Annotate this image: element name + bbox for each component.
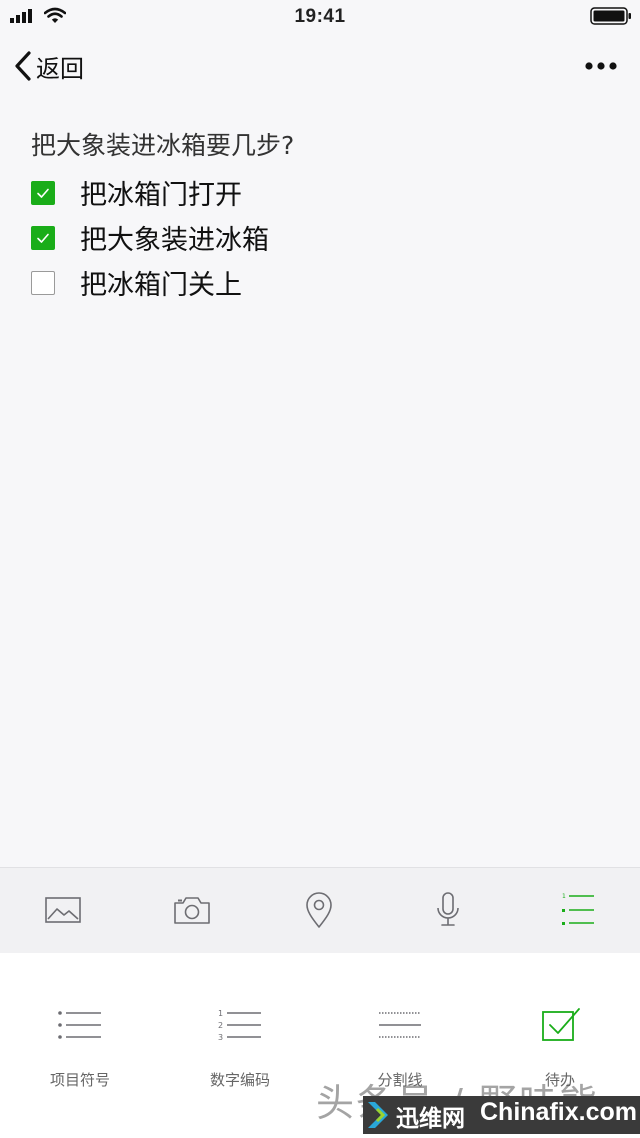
location-pin-icon [306, 892, 332, 928]
todo-list: 把冰箱门打开 把大象装进冰箱 把冰箱门关上 [31, 170, 611, 305]
brand-logo-icon [368, 1102, 388, 1128]
numbered-list-option[interactable]: 1 2 3 数字编码 [160, 993, 320, 1103]
chevron-left-icon [15, 51, 31, 81]
battery-icon [590, 7, 631, 25]
location-button[interactable] [287, 888, 351, 932]
bullet-list-icon [58, 1011, 101, 1039]
watermark-brand-en: Chinafix.com [480, 1098, 637, 1126]
check-icon [37, 233, 49, 243]
watermark-brand-cn: 迅维网 [396, 1106, 465, 1132]
status-time: 19:41 [294, 6, 346, 27]
todo-checkbox-icon [542, 1008, 580, 1041]
nav-bar: 返回 [0, 36, 640, 96]
todo-checkbox-unchecked[interactable] [31, 270, 55, 295]
bullet-list-option[interactable]: 项目符号 [0, 993, 160, 1103]
numbered-list-icon: 1 2 3 [218, 1009, 261, 1042]
todo-item: 把冰箱门打开 [31, 170, 611, 215]
back-button[interactable]: 返回 [12, 48, 84, 84]
image-icon [45, 897, 81, 923]
more-dots-icon[interactable] [578, 54, 626, 78]
svg-text:3: 3 [218, 1033, 223, 1042]
camera-button[interactable] [160, 888, 224, 932]
voice-input-button[interactable] [416, 888, 480, 932]
status-bar: 19:41 [0, 0, 640, 34]
divider-line-icon [379, 1012, 421, 1038]
note-title[interactable]: 把大象装进冰箱要几步? [31, 126, 294, 162]
todo-text[interactable]: 把大象装进冰箱 [80, 218, 269, 257]
list-format-button[interactable]: 1 [544, 888, 608, 932]
option-label: 项目符号 [49, 1071, 110, 1089]
option-label: 数字编码 [209, 1071, 270, 1089]
todo-checkbox-checked[interactable] [31, 180, 55, 205]
todo-item: 把大象装进冰箱 [31, 215, 611, 260]
todo-item: 把冰箱门关上 [31, 260, 611, 305]
insert-image-button[interactable] [31, 888, 95, 932]
svg-text:2: 2 [218, 1021, 223, 1030]
svg-text:1: 1 [218, 1009, 223, 1018]
back-label: 返回 [36, 54, 84, 83]
svg-text:1: 1 [562, 893, 566, 900]
todo-text[interactable]: 把冰箱门打开 [80, 173, 242, 212]
editor-toolbar: 1 [0, 867, 640, 954]
camera-icon [174, 897, 210, 924]
list-format-icon: 1 [562, 893, 594, 925]
todo-checkbox-checked[interactable] [31, 225, 55, 250]
todo-text[interactable]: 把冰箱门关上 [80, 263, 242, 302]
check-icon [37, 188, 49, 198]
microphone-icon [437, 892, 459, 926]
